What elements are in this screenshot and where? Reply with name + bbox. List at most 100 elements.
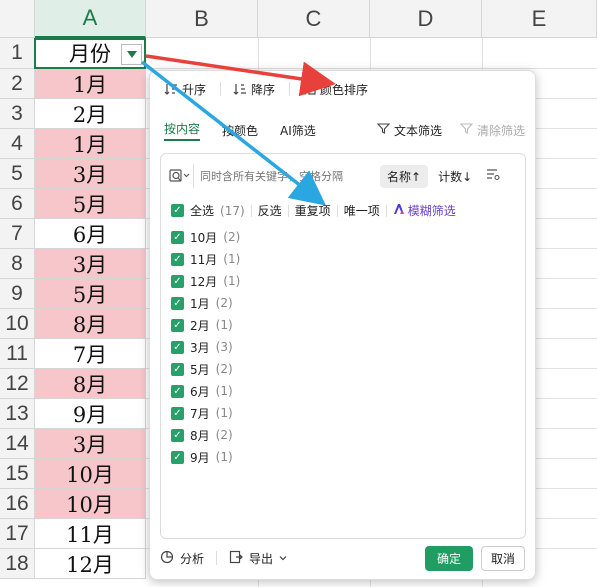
list-item[interactable]: ✓ 12月 (1) [171,270,240,292]
list-settings-icon[interactable] [486,168,500,185]
clear-filter-button[interactable]: 清除筛选 [459,122,525,139]
sort-descending-button[interactable]: 降序 [233,81,275,98]
column-header-c[interactable]: C [258,0,370,38]
row-header[interactable]: 9 [0,279,35,309]
list-item[interactable]: ✓ 11月 (1) [171,248,240,270]
data-cell[interactable]: 9月 [35,399,146,429]
item-checkbox[interactable]: ✓ [171,428,184,442]
row-header[interactable]: 7 [0,219,35,249]
invert-selection-button[interactable]: 反选 [258,202,282,219]
value-list: ✓ 10月 (2) ✓ 11月 (1) ✓ 12月 (1) ✓ 1月 (2) ✓ 2月 (1) ✓ 3月 (3) ✓… [171,226,240,468]
data-cell[interactable]: 11月 [35,519,146,549]
text-filter-button[interactable]: 文本筛选 [376,122,442,139]
list-item[interactable]: ✓ 6月 (1) [171,380,240,402]
item-checkbox[interactable]: ✓ [171,340,184,354]
item-count: (1) [215,406,233,420]
item-count: (3) [215,340,233,354]
analyze-button[interactable]: 分析 [160,550,204,567]
list-item[interactable]: ✓ 8月 (2) [171,424,240,446]
sort-by-count-button[interactable]: 计数↓ [438,168,472,185]
list-item[interactable]: ✓ 10月 (2) [171,226,240,248]
funnel-icon [376,122,391,138]
row-header[interactable]: 2 [0,69,35,99]
duplicates-button[interactable]: 重复项 [295,202,331,219]
separator [289,82,291,96]
select-all-checkbox[interactable]: ✓ [171,204,184,217]
filter-dropdown-button[interactable] [121,44,142,65]
row-header[interactable]: 17 [0,519,35,549]
search-input[interactable] [193,164,374,188]
unique-button[interactable]: 唯一项 [344,202,380,219]
sort-descending-label: 降序 [251,82,276,97]
data-cell[interactable]: 8月 [35,369,146,399]
item-checkbox[interactable]: ✓ [171,230,184,244]
item-checkbox[interactable]: ✓ [171,274,184,288]
row-header[interactable]: 12 [0,369,35,399]
data-cell[interactable]: 3月 [35,249,146,279]
data-cell[interactable]: 3月 [35,429,146,459]
tab-by-color[interactable]: 按颜色 [222,122,258,139]
data-cell[interactable]: 2月 [35,99,146,129]
list-item[interactable]: ✓ 9月 (1) [171,446,240,468]
row-header[interactable]: 14 [0,429,35,459]
row-header[interactable]: 16 [0,489,35,519]
list-item[interactable]: ✓ 2月 (1) [171,314,240,336]
column-header-e[interactable]: E [482,0,597,38]
sort-by-name-button[interactable]: 名称↑ [380,164,429,188]
row-header[interactable]: 6 [0,189,35,219]
item-checkbox[interactable]: ✓ [171,406,184,420]
data-cell[interactable]: 1月 [35,69,146,99]
data-cell[interactable]: 6月 [35,219,146,249]
fuzzy-filter-label: 模糊筛选 [407,204,456,218]
column-header-b[interactable]: B [146,0,258,38]
row-header[interactable]: 10 [0,309,35,339]
select-all-corner[interactable] [0,0,35,38]
row-header[interactable]: 18 [0,549,35,579]
tab-by-content[interactable]: 按内容 [164,120,201,141]
data-cell[interactable]: 3月 [35,159,146,189]
row-header[interactable]: 3 [0,99,35,129]
select-all-label[interactable]: 全选 [190,202,214,219]
row-header[interactable]: 8 [0,249,35,279]
list-item[interactable]: ✓ 7月 (1) [171,402,240,424]
data-cell[interactable]: 12月 [35,549,146,579]
item-checkbox[interactable]: ✓ [171,318,184,332]
data-cell[interactable]: 8月 [35,309,146,339]
separator [287,204,289,217]
row-header[interactable]: 4 [0,129,35,159]
item-label: 10月 [190,230,218,245]
export-button[interactable]: 导出 [229,550,287,567]
data-cell[interactable]: 10月 [35,459,146,489]
item-checkbox[interactable]: ✓ [171,362,184,376]
column-header-a[interactable]: A [35,0,146,38]
list-item[interactable]: ✓ 5月 (2) [171,358,240,380]
row-header[interactable]: 11 [0,339,35,369]
data-cell[interactable]: 10月 [35,489,146,519]
row-header[interactable]: 13 [0,399,35,429]
item-checkbox[interactable]: ✓ [171,252,184,266]
search-icon[interactable] [167,165,193,187]
color-sort-button[interactable]: 颜色排序 [302,81,368,98]
sort-ascending-button[interactable]: 升序 [164,81,206,98]
item-label: 9月 [190,450,210,465]
row-header[interactable]: 1 [0,38,35,69]
item-label: 1月 [190,296,210,311]
cancel-button[interactable]: 取消 [480,545,525,571]
separator [385,204,387,217]
column-header-d[interactable]: D [370,0,482,38]
item-checkbox[interactable]: ✓ [171,450,184,464]
fuzzy-filter-button[interactable]: 模糊筛选 [393,202,456,219]
data-cell[interactable]: 5月 [35,189,146,219]
data-cell[interactable]: 7月 [35,339,146,369]
data-cell[interactable]: 5月 [35,279,146,309]
tab-ai-filter[interactable]: AI筛选 [280,122,316,139]
item-checkbox[interactable]: ✓ [171,384,184,398]
search-bar: 名称↑ 计数↓ [167,160,519,192]
list-item[interactable]: ✓ 3月 (3) [171,336,240,358]
ok-button[interactable]: 确定 [424,545,473,571]
list-item[interactable]: ✓ 1月 (2) [171,292,240,314]
row-header[interactable]: 15 [0,459,35,489]
item-checkbox[interactable]: ✓ [171,296,184,310]
row-header[interactable]: 5 [0,159,35,189]
data-cell[interactable]: 1月 [35,129,146,159]
